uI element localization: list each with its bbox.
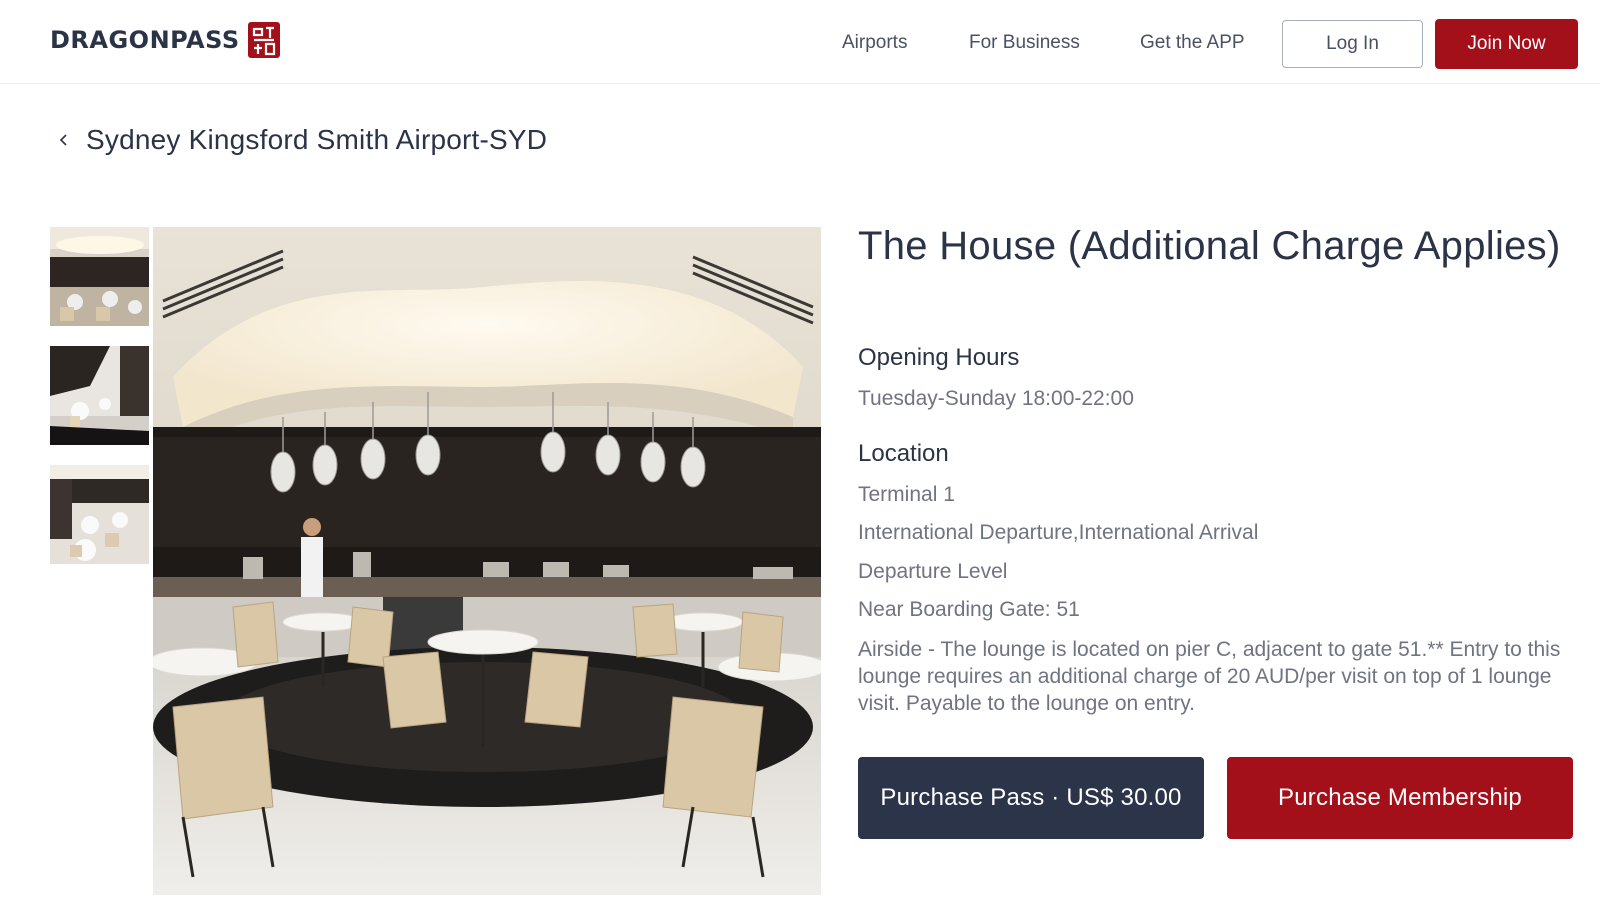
location-level: Departure Level: [858, 560, 1008, 583]
site-header: DRAGONPASS Airports For Business Get the…: [0, 0, 1600, 84]
location-description: Airside - The lounge is located on pier …: [858, 638, 1561, 715]
gallery-thumbnail-3[interactable]: [50, 465, 149, 564]
nav-business-link[interactable]: For Business: [969, 32, 1080, 54]
location-gate: Near Boarding Gate: 51: [858, 598, 1080, 621]
gallery-thumbnail-1[interactable]: [50, 227, 149, 326]
purchase-pass-button[interactable]: Purchase Pass · US$ 30.00: [858, 757, 1204, 839]
opening-hours-heading: Opening Hours: [858, 344, 1020, 371]
main-nav: Airports For Business Get the APP Log In…: [0, 19, 1600, 69]
location-terminal: Terminal 1: [858, 483, 955, 506]
nav-get-app-link[interactable]: Get the APP: [1140, 32, 1245, 54]
join-now-button[interactable]: Join Now: [1435, 19, 1578, 69]
nav-airports-link[interactable]: Airports: [842, 32, 907, 54]
breadcrumb[interactable]: Sydney Kingsford Smith Airport-SYD: [56, 124, 547, 156]
lounge-main-photo: [153, 227, 821, 895]
opening-hours-value: Tuesday-Sunday 18:00-22:00: [858, 387, 1134, 410]
gallery-thumbnails: [50, 227, 149, 584]
gallery-thumbnail-2[interactable]: [50, 346, 149, 445]
lounge-details: The House (Additional Charge Applies): [858, 226, 1588, 267]
location-departure-type: International Departure,International Ar…: [858, 521, 1259, 544]
purchase-membership-button[interactable]: Purchase Membership: [1227, 757, 1573, 839]
location-heading: Location: [858, 440, 949, 467]
lounge-title: The House (Additional Charge Applies): [858, 224, 1561, 268]
breadcrumb-airport-label: Sydney Kingsford Smith Airport-SYD: [86, 124, 548, 155]
chevron-left-icon: [59, 134, 67, 146]
login-button[interactable]: Log In: [1282, 20, 1423, 68]
